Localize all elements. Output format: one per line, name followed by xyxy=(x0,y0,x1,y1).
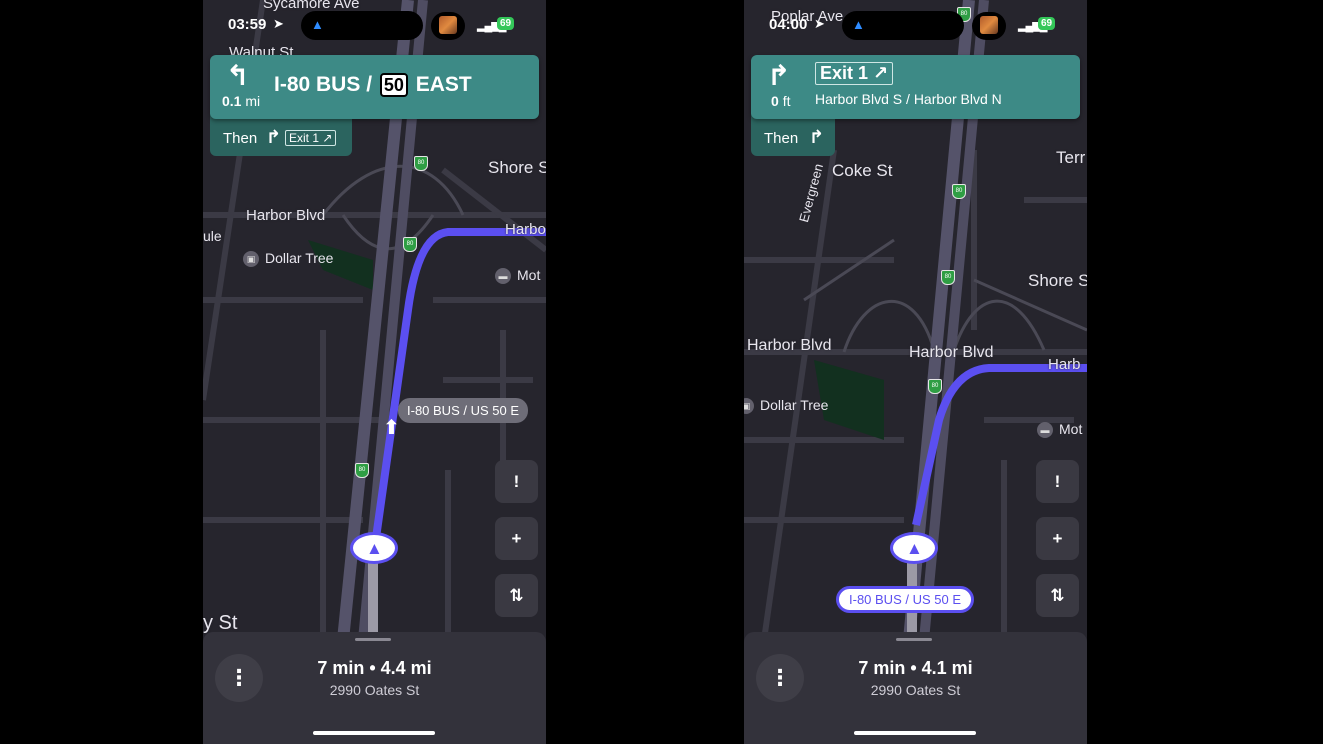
exit-badge: Exit 1 ↗ xyxy=(285,130,337,146)
sheet-grabber[interactable] xyxy=(355,638,391,641)
slight-left-arrow-icon: ↰ xyxy=(226,60,250,91)
home-indicator[interactable] xyxy=(854,731,976,735)
navigation-arrow-icon: ▲ xyxy=(906,539,923,558)
shopping-bag-icon: ▣ xyxy=(243,251,259,268)
interstate-80-shield-icon: 80 xyxy=(414,156,428,171)
battery-indicator: 69 xyxy=(1038,17,1056,30)
interstate-80-shield-icon: 80 xyxy=(952,184,966,199)
report-alert-icon: ! xyxy=(1054,472,1061,491)
report-alert-icon: ! xyxy=(513,472,520,491)
destination-address: 2990 Oates St xyxy=(870,682,961,698)
now-playing-artwork xyxy=(972,12,1006,40)
destination-address: 2990 Oates St xyxy=(329,682,420,698)
map-label: Shore S xyxy=(488,158,546,177)
current-location-puck: ▲ xyxy=(350,532,398,564)
turn-right-icon: ↱ xyxy=(767,60,791,91)
exit-badge: Exit 1 ↗ xyxy=(815,62,894,85)
navigation-arrow-icon: ▲ xyxy=(311,17,324,32)
shopping-bag-icon: ▣ xyxy=(744,398,754,415)
current-location-puck: ▲ xyxy=(890,532,938,564)
report-button[interactable]: ! xyxy=(1036,460,1079,503)
poi-motel[interactable]: ▬ Mot xyxy=(1037,421,1082,439)
nav-screen-2: Poplar Ave Coke St Evergreen Terr Shore … xyxy=(744,0,1087,744)
now-playing-artwork xyxy=(431,12,465,40)
map-label: Terr xyxy=(1056,148,1086,167)
poi-dollar-tree[interactable]: ▣ Dollar Tree xyxy=(744,397,828,415)
report-button[interactable]: ! xyxy=(495,460,538,503)
eta-summary: 7 min • 4.1 mi xyxy=(858,658,973,678)
route-options-button[interactable]: ⇅ xyxy=(495,574,538,617)
map-label: Harbor Blvd xyxy=(747,337,832,354)
sheet-grabber[interactable] xyxy=(896,638,932,641)
route-callout: I-80 BUS / US 50 E xyxy=(398,398,528,423)
route-switch-icon: ⇅ xyxy=(509,586,524,605)
eta-summary: 7 min • 4.4 mi xyxy=(317,658,432,678)
bed-icon: ▬ xyxy=(495,268,511,285)
interstate-80-shield-icon: 80 xyxy=(355,463,369,478)
map-label: Shore S xyxy=(1028,271,1087,290)
exit-destinations: Harbor Blvd S / Harbor Blvd N xyxy=(815,91,1002,107)
interstate-80-shield-icon: 80 xyxy=(403,237,417,252)
direction-arrow-icon: ⬆ xyxy=(383,417,400,439)
poi-dollar-tree[interactable]: ▣ Dollar Tree xyxy=(243,250,333,268)
status-bar: 04:00 ➤ ▲ ▂▄▆█ 69 xyxy=(744,10,1087,40)
map-label: Coke St xyxy=(832,161,893,180)
status-time: 03:59 xyxy=(228,16,267,33)
location-arrow-icon: ➤ xyxy=(814,16,825,31)
route-options-button[interactable]: ⇅ xyxy=(1036,574,1079,617)
maneuver-banner[interactable]: ↰ 0.1 mi I-80 BUS / 50 EAST xyxy=(210,55,539,119)
map-label: Harbor Blvd xyxy=(909,344,994,361)
map-label: ule xyxy=(203,228,222,244)
maneuver-distance: 0.1 mi xyxy=(222,93,261,109)
navigation-arrow-icon: ▲ xyxy=(366,539,383,558)
trip-sheet[interactable]: ⋮ 7 min • 4.4 mi 2990 Oates St xyxy=(203,632,546,744)
poi-motel[interactable]: ▬ Mot xyxy=(495,267,540,285)
turn-right-icon: ↱ xyxy=(266,127,282,147)
home-indicator[interactable] xyxy=(313,731,435,735)
trip-sheet[interactable]: ⋮ 7 min • 4.1 mi 2990 Oates St xyxy=(744,632,1087,744)
shield-plus-icon: + xyxy=(1052,529,1063,548)
navigation-arrow-icon: ▲ xyxy=(852,17,865,32)
maneuver-distance: 0 ft xyxy=(771,93,791,109)
location-arrow-icon: ➤ xyxy=(273,16,284,31)
interstate-80-shield-icon: 80 xyxy=(928,379,942,394)
nav-screen-1: Sycamore Ave Walnut St Shore S Harbor Bl… xyxy=(203,0,546,744)
status-time: 04:00 xyxy=(769,16,808,33)
dynamic-island: ▲ xyxy=(301,11,423,40)
route-switch-icon: ⇅ xyxy=(1050,586,1065,605)
interstate-80-shield-icon: 80 xyxy=(941,270,955,285)
map-label: Harbor Blvd xyxy=(246,207,326,224)
shield-plus-icon: + xyxy=(511,529,522,548)
maneuver-road: I-80 BUS / 50 EAST xyxy=(274,73,472,97)
safety-button[interactable]: + xyxy=(1036,517,1079,560)
safety-button[interactable]: + xyxy=(495,517,538,560)
battery-indicator: 69 xyxy=(497,17,515,30)
route-callout: I-80 BUS / US 50 E xyxy=(836,586,974,613)
maneuver-banner[interactable]: ↱ 0 ft Exit 1 ↗ Harbor Blvd S / Harbor B… xyxy=(751,55,1080,119)
status-bar: 03:59 ➤ ▲ ▂▄▆█ 69 xyxy=(203,10,546,40)
us-route-shield-icon: 50 xyxy=(379,73,408,97)
bed-icon: ▬ xyxy=(1037,422,1053,439)
map-label: Harbo xyxy=(505,221,546,238)
fork-right-icon: ↱ xyxy=(809,127,825,147)
map-label: Harb xyxy=(1048,356,1081,373)
dynamic-island: ▲ xyxy=(842,11,964,40)
